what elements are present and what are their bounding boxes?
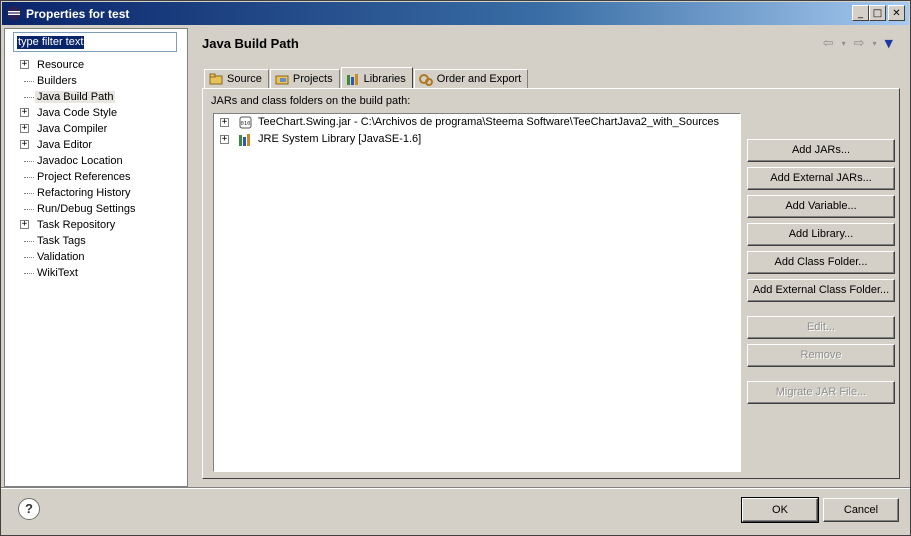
expand-icon[interactable]: + (20, 108, 29, 117)
nav-item[interactable]: Run/Debug Settings (5, 201, 187, 217)
nav-item-label: Refactoring History (37, 187, 131, 199)
tree-connector (24, 97, 34, 98)
tree-connector (24, 209, 34, 210)
nav-item[interactable]: + Java Editor (5, 137, 187, 153)
expand-icon[interactable]: + (20, 60, 29, 69)
title-bar: Properties for test _ □ ✕ (2, 2, 909, 25)
tab-strip: Source Projects Libraries Order and Export (204, 66, 529, 89)
nav-item[interactable]: Project References (5, 169, 187, 185)
page-area: Java Build Path ⇦ ▾ ⇨ ▾ ▼ Source Projects… (192, 28, 907, 487)
expand-icon[interactable]: + (20, 124, 29, 133)
add-library-button[interactable]: Add Library... (747, 223, 895, 246)
expand-icon[interactable]: + (220, 135, 229, 144)
nav-pane: type filter text + Resource Builders Java B… (4, 28, 188, 487)
close-button[interactable]: ✕ (888, 5, 905, 21)
libraries-icon (346, 72, 360, 86)
nav-item[interactable]: WikiText (5, 265, 187, 281)
nav-item-label: Task Tags (37, 235, 86, 247)
maximize-button[interactable]: □ (869, 5, 886, 21)
history-nav: ⇦ ▾ ⇨ ▾ ▼ (823, 36, 893, 52)
order-export-icon (418, 72, 433, 86)
svg-text:010: 010 (241, 121, 251, 127)
nav-item[interactable]: Builders (5, 73, 187, 89)
tree-connector (24, 257, 34, 258)
projects-icon (275, 72, 289, 86)
add-jars-button[interactable]: Add JARs... (747, 139, 895, 162)
tab-libraries[interactable]: Libraries (340, 67, 413, 89)
nav-tree: + Resource Builders Java Build Path + Java Co… (5, 57, 187, 281)
nav-item-label: Java Compiler (37, 123, 108, 135)
tree-connector (24, 193, 34, 194)
forward-dropdown-icon[interactable]: ▾ (873, 36, 877, 52)
tree-connector (24, 241, 34, 242)
footer-separator (1, 487, 910, 489)
source-folder-icon (209, 72, 223, 86)
tree-connector (24, 161, 34, 162)
add-variable-button[interactable]: Add Variable... (747, 195, 895, 218)
nav-item[interactable]: + Java Code Style (5, 105, 187, 121)
nav-item[interactable]: + Resource (5, 57, 187, 73)
libraries-tab-panel: JARs and class folders on the build path… (202, 88, 900, 479)
nav-item-label: Builders (37, 75, 77, 87)
nav-item-label: WikiText (37, 267, 78, 279)
help-button[interactable]: ? (18, 498, 40, 520)
nav-item-label: Java Code Style (37, 107, 118, 119)
back-arrow-icon[interactable]: ⇦ (823, 36, 834, 52)
nav-item-label: Resource (37, 59, 85, 71)
add-external-class-folder-button[interactable]: Add External Class Folder... (747, 279, 895, 302)
libraries-tree[interactable]: +010 TeeChart.Swing.jar - C:\Archivos de … (213, 113, 741, 472)
nav-item[interactable]: Validation (5, 249, 187, 265)
window-title: Properties for test (26, 7, 130, 21)
nav-item-label: Java Build Path (35, 91, 116, 103)
tab-label: Order and Export (436, 73, 522, 85)
tree-connector (24, 273, 34, 274)
filter-input[interactable]: type filter text (13, 32, 177, 52)
tab-label: Source (227, 73, 262, 85)
eclipse-icon (7, 6, 21, 20)
forward-arrow-icon[interactable]: ⇨ (854, 36, 865, 52)
filter-text[interactable]: type filter text (17, 36, 85, 49)
view-menu-icon[interactable]: ▼ (885, 36, 893, 52)
library-entry-label: TeeChart.Swing.jar - C:\Archivos de prog… (258, 116, 719, 128)
back-dropdown-icon[interactable]: ▾ (842, 36, 846, 52)
tab-label: Projects (292, 73, 333, 85)
tab-source[interactable]: Source (204, 69, 269, 88)
tab-label: Libraries (363, 72, 406, 85)
nav-item-label: Project References (37, 171, 131, 183)
nav-item[interactable]: + Task Repository (5, 217, 187, 233)
migrate-jar-file-button[interactable]: Migrate JAR File... (747, 381, 895, 404)
expand-icon[interactable]: + (20, 220, 29, 229)
nav-item-label: Validation (37, 251, 85, 263)
nav-item-label: Java Editor (37, 139, 93, 151)
add-class-folder-button[interactable]: Add Class Folder... (747, 251, 895, 274)
expand-icon[interactable]: + (220, 118, 229, 127)
window-controls: _ □ ✕ (852, 5, 905, 21)
tab-projects[interactable]: Projects (269, 69, 340, 88)
expand-icon[interactable]: + (20, 140, 29, 149)
tab-order-and-export[interactable]: Order and Export (413, 69, 529, 88)
nav-item-label: Javadoc Location (37, 155, 123, 167)
properties-dialog: Properties for test _ □ ✕ type filter te… (0, 0, 911, 536)
nav-item[interactable]: Java Build Path (5, 89, 187, 105)
add-external-jars-button[interactable]: Add External JARs... (747, 167, 895, 190)
minimize-button[interactable]: _ (852, 5, 869, 21)
nav-item[interactable]: Refactoring History (5, 185, 187, 201)
nav-item-label: Run/Debug Settings (37, 203, 136, 215)
cancel-button[interactable]: Cancel (823, 498, 899, 522)
nav-item[interactable]: Task Tags (5, 233, 187, 249)
ok-button[interactable]: OK (741, 497, 819, 523)
nav-item[interactable]: Javadoc Location (5, 153, 187, 169)
library-entry[interactable]: + JRE System Library [JavaSE-1.6] (214, 131, 740, 148)
library-entry-label: JRE System Library [JavaSE-1.6] (258, 133, 422, 145)
tree-connector (24, 177, 34, 178)
libraries-caption: JARs and class folders on the build path… (211, 95, 411, 107)
remove-button[interactable]: Remove (747, 344, 895, 367)
page-title: Java Build Path (202, 36, 299, 51)
nav-item-label: Task Repository (37, 219, 116, 231)
edit-button[interactable]: Edit... (747, 316, 895, 339)
nav-item[interactable]: + Java Compiler (5, 121, 187, 137)
library-entry[interactable]: +010 TeeChart.Swing.jar - C:\Archivos de … (214, 114, 740, 131)
tree-connector (24, 81, 34, 82)
